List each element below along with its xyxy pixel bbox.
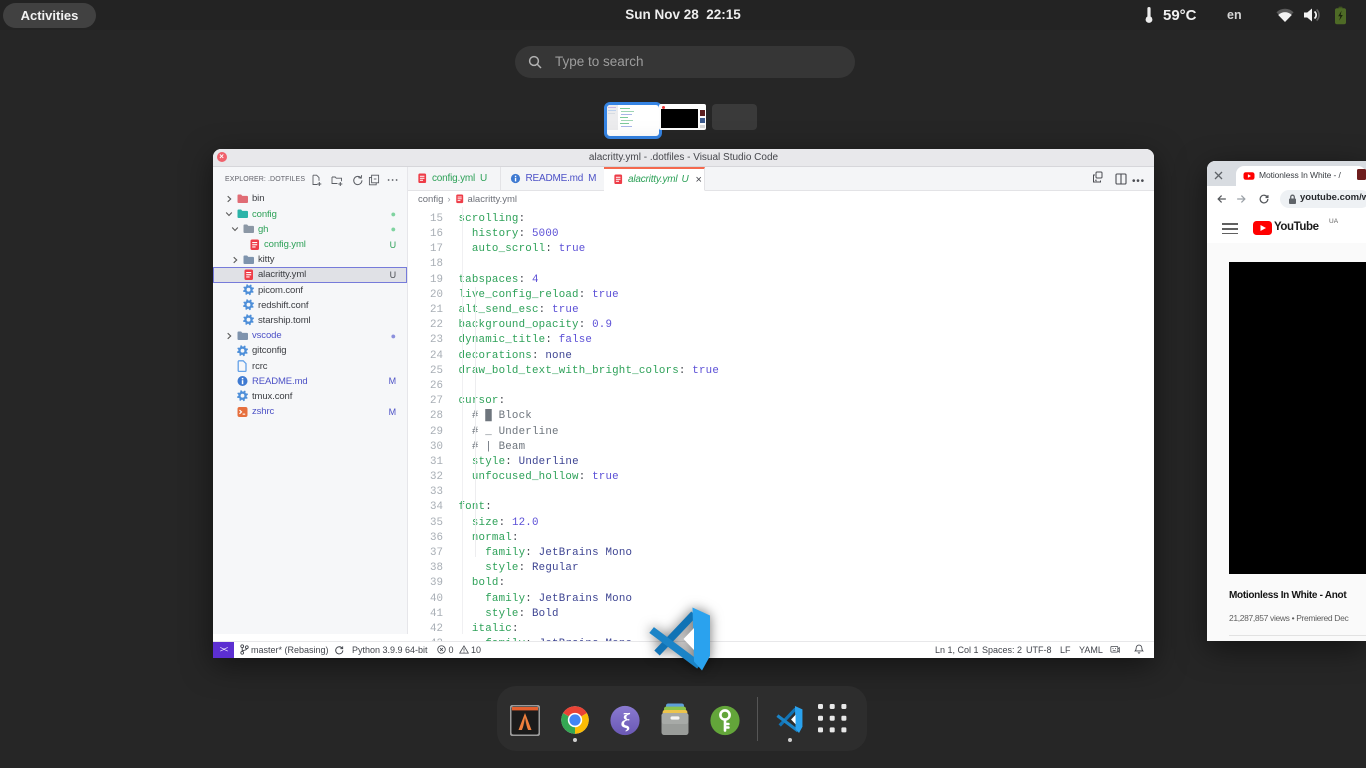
svg-text:ξ: ξ — [621, 709, 631, 733]
